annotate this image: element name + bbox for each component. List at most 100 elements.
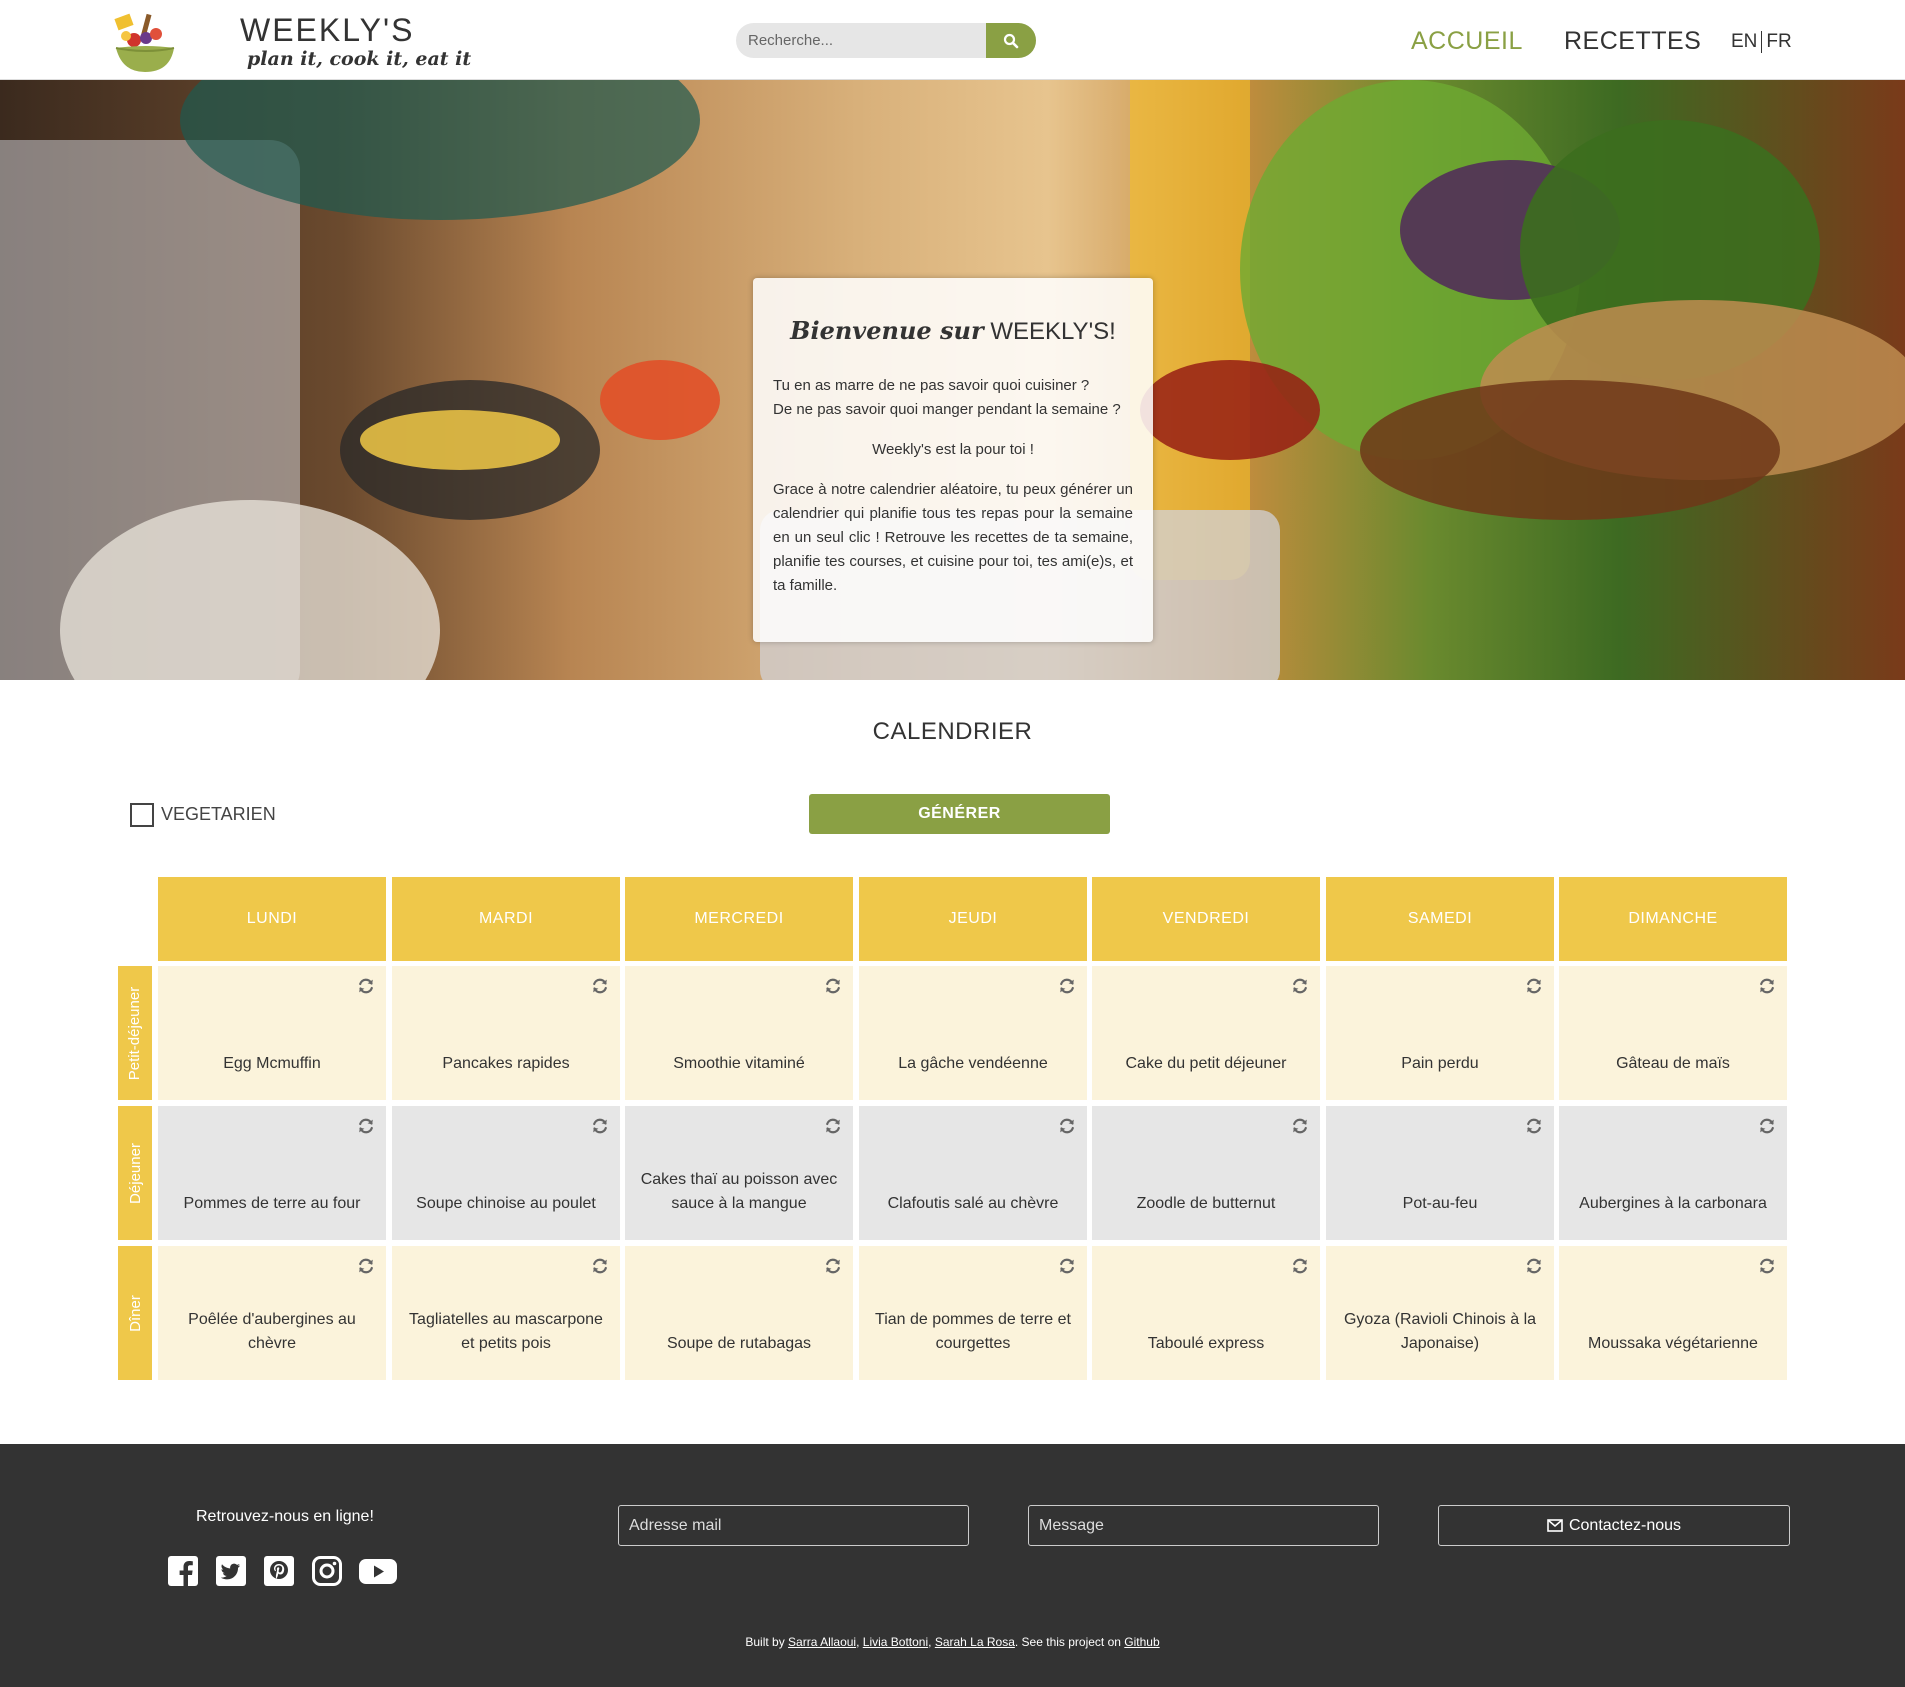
recipe-cell[interactable]: Pain perdu [1326, 966, 1554, 1100]
recipe-cell[interactable]: Soupe de rutabagas [625, 1246, 853, 1380]
search-button[interactable] [986, 23, 1036, 58]
footer-message-input[interactable] [1028, 1505, 1379, 1546]
recipe-cell[interactable]: Egg Mcmuffin [158, 966, 386, 1100]
recipe-cell[interactable]: Zoodle de butternut [1092, 1106, 1320, 1240]
recipe-cell[interactable]: Aubergines à la carbonara [1559, 1106, 1787, 1240]
refresh-icon[interactable] [590, 976, 610, 996]
author-link[interactable]: Sarra Allaoui [788, 1635, 856, 1649]
recipe-name[interactable]: Egg Mcmuffin [223, 1052, 321, 1076]
refresh-icon[interactable] [1057, 976, 1077, 996]
recipe-name[interactable]: Pain perdu [1401, 1052, 1478, 1076]
recipe-name[interactable]: Poêlée d'aubergines au chèvre [172, 1308, 372, 1356]
recipe-name[interactable]: Moussaka végétarienne [1588, 1332, 1758, 1356]
lang-fr[interactable]: FR [1766, 31, 1791, 53]
instagram-icon[interactable] [310, 1554, 344, 1588]
recipe-cell[interactable]: Tian de pommes de terre et courgettes [859, 1246, 1087, 1380]
refresh-icon[interactable] [1057, 1256, 1077, 1276]
recipe-cell[interactable]: Cakes thaï au poisson avec sauce à la ma… [625, 1106, 853, 1240]
contact-button[interactable]: Contactez-nous [1438, 1505, 1790, 1546]
github-link[interactable]: Github [1124, 1635, 1159, 1649]
refresh-icon[interactable] [356, 1256, 376, 1276]
vegetarian-checkbox[interactable] [130, 803, 154, 827]
recipe-name[interactable]: Clafoutis salé au chèvre [888, 1192, 1059, 1216]
credits-prefix: Built by [745, 1635, 785, 1649]
refresh-icon[interactable] [1524, 1256, 1544, 1276]
recipe-name[interactable]: Gâteau de maïs [1616, 1052, 1730, 1076]
recipe-cell[interactable]: La gâche vendéenne [859, 966, 1087, 1100]
refresh-icon[interactable] [1757, 976, 1777, 996]
welcome-intro-line1: Tu en as marre de ne pas savoir quoi cui… [773, 377, 1090, 394]
refresh-icon[interactable] [356, 1116, 376, 1136]
nav-home[interactable]: ACCUEIL [1411, 27, 1523, 56]
author-link[interactable]: Sarah La Rosa [935, 1635, 1015, 1649]
recipe-cell[interactable]: Soupe chinoise au poulet [392, 1106, 620, 1240]
day-header: JEUDI [859, 877, 1087, 961]
day-header: VENDREDI [1092, 877, 1320, 961]
author-link[interactable]: Livia Bottoni [863, 1635, 928, 1649]
refresh-icon[interactable] [823, 1256, 843, 1276]
facebook-icon[interactable] [166, 1554, 200, 1588]
welcome-title: Bienvenue sur WEEKLY'S! [773, 316, 1133, 346]
recipe-name[interactable]: Taboulé express [1148, 1332, 1265, 1356]
recipe-cell[interactable]: Tagliatelles au mascarpone et petits poi… [392, 1246, 620, 1380]
recipe-name[interactable]: Pancakes rapides [442, 1052, 569, 1076]
refresh-icon[interactable] [1757, 1116, 1777, 1136]
footer-title: Retrouvez-nous en ligne! [196, 1508, 374, 1525]
refresh-icon[interactable] [590, 1256, 610, 1276]
recipe-name[interactable]: Smoothie vitaminé [673, 1052, 805, 1076]
recipe-cell[interactable]: Smoothie vitaminé [625, 966, 853, 1100]
nav-recipes[interactable]: RECETTES [1564, 27, 1701, 56]
recipe-name[interactable]: Gyoza (Ravioli Chinois à la Japonaise) [1340, 1308, 1540, 1356]
recipe-cell[interactable]: Gyoza (Ravioli Chinois à la Japonaise) [1326, 1246, 1554, 1380]
recipe-name[interactable]: Cakes thaï au poisson avec sauce à la ma… [639, 1168, 839, 1216]
refresh-icon[interactable] [1524, 976, 1544, 996]
recipe-name[interactable]: La gâche vendéenne [898, 1052, 1047, 1076]
refresh-icon[interactable] [1057, 1116, 1077, 1136]
recipe-name[interactable]: Zoodle de butternut [1137, 1192, 1276, 1216]
refresh-icon[interactable] [1757, 1256, 1777, 1276]
recipe-cell[interactable]: Poêlée d'aubergines au chèvre [158, 1246, 386, 1380]
meal-label: Dîner [126, 1294, 144, 1332]
recipe-cell[interactable]: Clafoutis salé au chèvre [859, 1106, 1087, 1240]
vegetarian-label[interactable]: VEGETARIEN [161, 804, 276, 825]
recipe-cell[interactable]: Pancakes rapides [392, 966, 620, 1100]
pinterest-icon[interactable] [262, 1554, 296, 1588]
youtube-icon[interactable] [358, 1554, 398, 1588]
welcome-title-script: Bienvenue sur [790, 316, 984, 345]
calendar-title: CALENDRIER [872, 718, 1033, 745]
recipe-name[interactable]: Pommes de terre au four [184, 1192, 361, 1216]
contact-button-label: Contactez-nous [1568, 1516, 1682, 1534]
refresh-icon[interactable] [823, 1116, 843, 1136]
recipe-cell[interactable]: Cake du petit déjeuner [1092, 966, 1320, 1100]
recipe-cell[interactable]: Pot-au-feu [1326, 1106, 1554, 1240]
recipe-name[interactable]: Tian de pommes de terre et courgettes [873, 1308, 1073, 1356]
recipe-cell[interactable]: Gâteau de maïs [1559, 966, 1787, 1100]
footer-email-input[interactable] [618, 1505, 969, 1546]
row-label-lunch: Déjeuner [118, 1106, 152, 1240]
recipe-cell[interactable]: Moussaka végétarienne [1559, 1246, 1787, 1380]
recipe-cell[interactable]: Pommes de terre au four [158, 1106, 386, 1240]
refresh-icon[interactable] [1290, 1116, 1310, 1136]
recipe-name[interactable]: Pot-au-feu [1403, 1192, 1478, 1216]
refresh-icon[interactable] [1290, 1256, 1310, 1276]
recipe-name[interactable]: Soupe de rutabagas [667, 1332, 811, 1356]
recipe-name[interactable]: Tagliatelles au mascarpone et petits poi… [406, 1308, 606, 1356]
credits-middle: . See this project on [1014, 1635, 1121, 1649]
lang-en[interactable]: EN [1731, 31, 1757, 53]
recipe-name[interactable]: Cake du petit déjeuner [1126, 1052, 1287, 1076]
footer-credits: Built by Sarra Allaoui, Livia Bottoni, S… [745, 1635, 1160, 1649]
refresh-icon[interactable] [1524, 1116, 1544, 1136]
recipe-cell[interactable]: Taboulé express [1092, 1246, 1320, 1380]
refresh-icon[interactable] [1290, 976, 1310, 996]
refresh-icon[interactable] [823, 976, 843, 996]
search-input[interactable] [736, 23, 986, 58]
refresh-icon[interactable] [590, 1116, 610, 1136]
generate-button[interactable]: GÉNÉRER [809, 794, 1110, 834]
logo-icon[interactable] [112, 10, 180, 78]
day-header: MERCREDI [625, 877, 853, 961]
recipe-name[interactable]: Aubergines à la carbonara [1579, 1192, 1767, 1216]
brand-name[interactable]: WEEKLY'S [240, 12, 414, 49]
recipe-name[interactable]: Soupe chinoise au poulet [416, 1192, 596, 1216]
refresh-icon[interactable] [356, 976, 376, 996]
twitter-icon[interactable] [214, 1554, 248, 1588]
